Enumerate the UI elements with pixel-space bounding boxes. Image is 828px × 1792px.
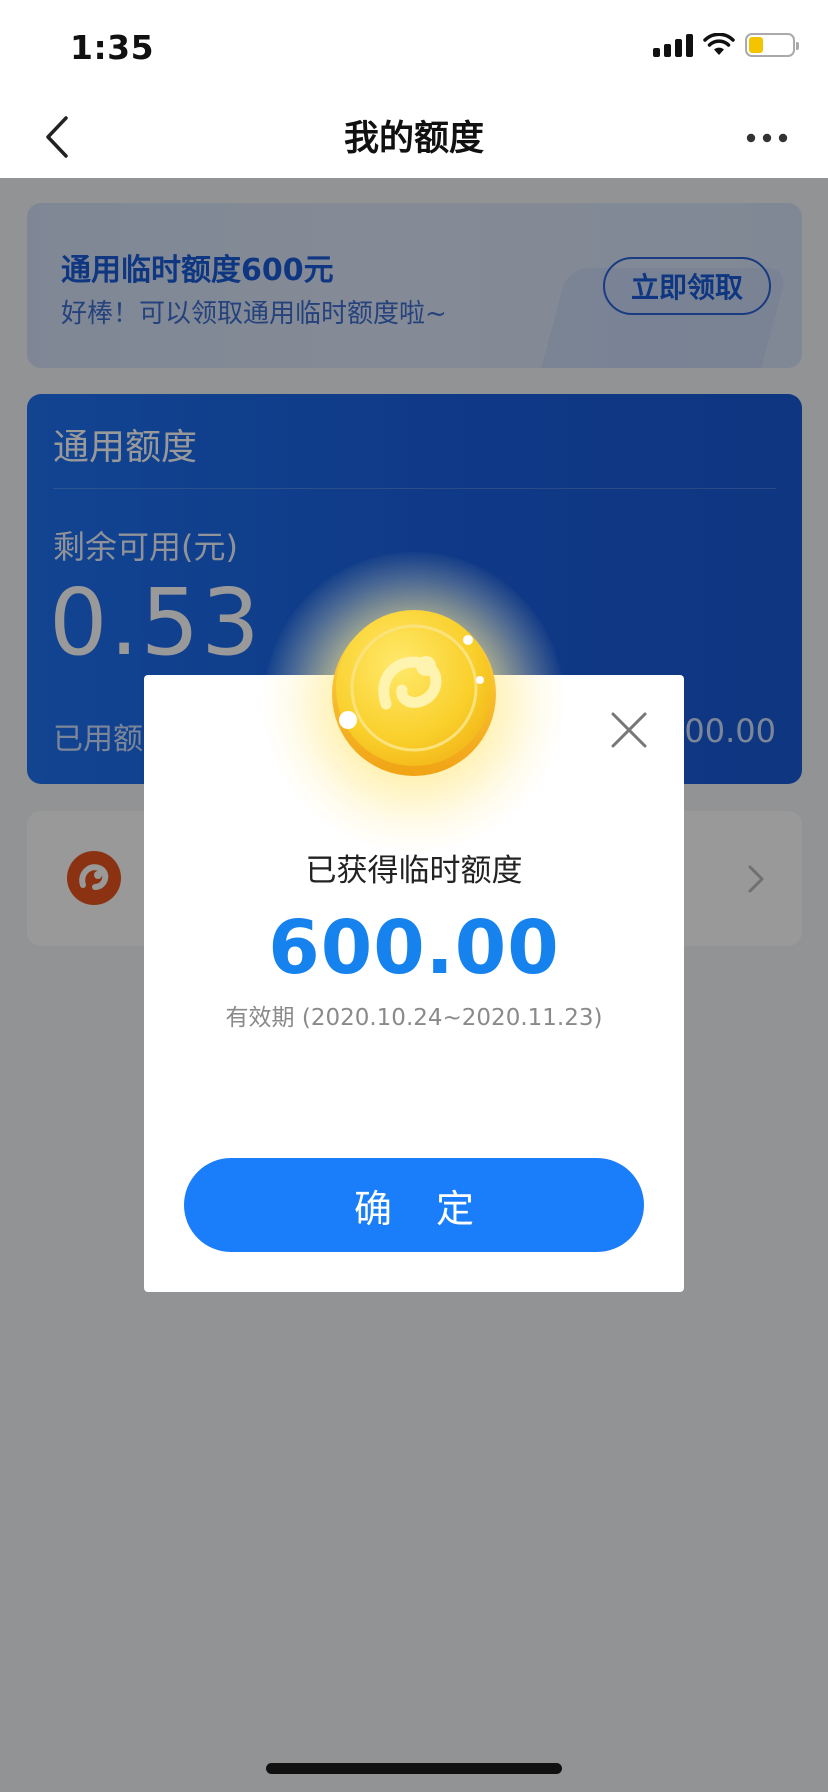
- status-time: 1:35: [70, 28, 155, 67]
- granted-amount: 600.00: [268, 905, 560, 991]
- close-icon[interactable]: [610, 711, 648, 749]
- gold-coin-illustration: [264, 552, 564, 852]
- wifi-icon: [703, 33, 735, 55]
- confirm-button[interactable]: 确 定: [184, 1158, 644, 1252]
- navigation-bar: 我的额度: [0, 96, 828, 178]
- cellular-signal-icon: [653, 33, 693, 57]
- gold-coin-icon: [332, 610, 496, 776]
- status-bar: 1:35: [0, 0, 828, 96]
- more-options-icon[interactable]: [742, 118, 792, 158]
- battery-icon: [745, 33, 799, 57]
- status-icons: [653, 33, 799, 57]
- home-indicator: [266, 1763, 562, 1774]
- page-title: 我的额度: [343, 119, 484, 159]
- validity-period: 有效期 (2020.10.24~2020.11.23): [225, 1005, 603, 1031]
